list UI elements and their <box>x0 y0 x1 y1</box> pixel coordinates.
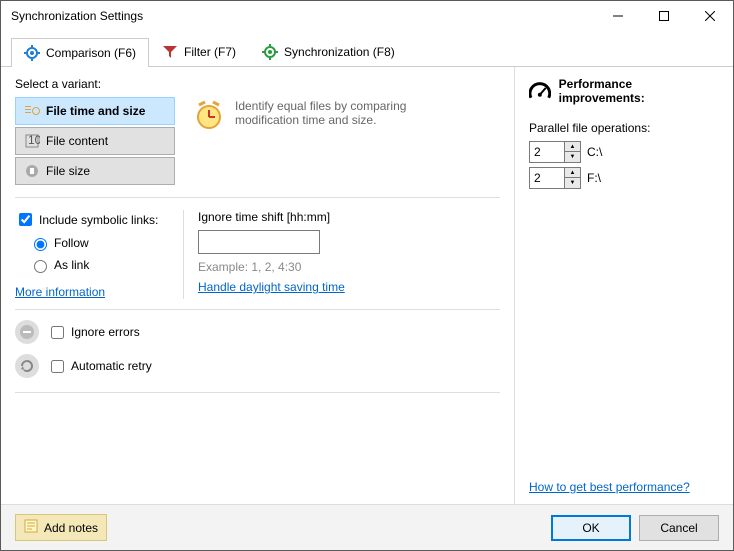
tab-label: Filter (F7) <box>184 45 236 59</box>
variant-time-size[interactable]: File time and size <box>15 97 175 125</box>
drive-row-0: ▲▼ C:\ <box>529 141 719 163</box>
note-icon <box>24 519 38 536</box>
ignore-errors-checkbox[interactable]: Ignore errors <box>47 323 140 342</box>
drive-row-1: ▲▼ F:\ <box>529 167 719 189</box>
cancel-button[interactable]: Cancel <box>639 515 719 541</box>
auto-retry-input[interactable] <box>51 360 64 373</box>
variant-label: File size <box>46 164 90 178</box>
right-panel: Performance improvements: Parallel file … <box>515 67 733 504</box>
ok-button[interactable]: OK <box>551 515 631 541</box>
include-symlinks-checkbox[interactable]: Include symbolic links: <box>15 210 165 229</box>
ignore-errors-input[interactable] <box>51 326 64 339</box>
clock-list-icon <box>24 103 40 119</box>
binary-icon: 10 <box>24 133 40 149</box>
add-notes-label: Add notes <box>44 521 98 535</box>
dst-link[interactable]: Handle daylight saving time <box>198 280 345 294</box>
tabs: Comparison (F6) Filter (F7) Synchronizat… <box>1 31 733 67</box>
spinner-1[interactable]: ▲▼ <box>529 167 581 189</box>
include-symlinks-input[interactable] <box>19 213 32 226</box>
aslink-label: As link <box>54 258 89 272</box>
example-text: Example: 1, 2, 4:30 <box>198 260 345 274</box>
tab-label: Comparison (F6) <box>46 46 136 60</box>
auto-retry-checkbox[interactable]: Automatic retry <box>47 357 152 376</box>
size-icon <box>24 163 40 179</box>
variant-description: Identify equal files by comparing modifi… <box>235 99 435 127</box>
svg-text:10: 10 <box>28 133 40 147</box>
variant-size[interactable]: File size <box>15 157 175 185</box>
ignore-shift-input[interactable] <box>198 230 320 254</box>
window-title: Synchronization Settings <box>11 9 595 23</box>
aslink-radio[interactable]: As link <box>29 257 165 273</box>
auto-retry-label: Automatic retry <box>71 359 152 373</box>
footer: Add notes OK Cancel <box>1 504 733 550</box>
gear-green-icon <box>262 44 278 60</box>
error-icon <box>15 320 39 344</box>
spinner-0[interactable]: ▲▼ <box>529 141 581 163</box>
spinner-up-icon[interactable]: ▲ <box>565 168 580 178</box>
tab-sync[interactable]: Synchronization (F8) <box>249 37 408 66</box>
ignore-shift-label: Ignore time shift [hh:mm] <box>198 210 345 224</box>
minimize-button[interactable] <box>595 1 641 31</box>
ignore-errors-label: Ignore errors <box>71 325 140 339</box>
drive-0-path: C:\ <box>587 145 602 159</box>
follow-input[interactable] <box>34 238 47 251</box>
tab-label: Synchronization (F8) <box>284 45 395 59</box>
maximize-button[interactable] <box>641 1 687 31</box>
aslink-input[interactable] <box>34 260 47 273</box>
spinner-up-icon[interactable]: ▲ <box>565 142 580 152</box>
alarm-clock-icon <box>193 99 225 131</box>
follow-radio[interactable]: Follow <box>29 235 165 251</box>
settings-window: Synchronization Settings Comparison (F6)… <box>0 0 734 551</box>
include-symlinks-label: Include symbolic links: <box>39 213 158 227</box>
close-button[interactable] <box>687 1 733 31</box>
best-perf-link[interactable]: How to get best performance? <box>529 480 690 494</box>
variant-content[interactable]: 10 File content <box>15 127 175 155</box>
left-panel: Select a variant: File time and size 10 … <box>1 67 515 504</box>
tab-filter[interactable]: Filter (F7) <box>149 37 249 66</box>
funnel-icon <box>162 44 178 60</box>
select-variant-label: Select a variant: <box>15 77 175 91</box>
spinner-down-icon[interactable]: ▼ <box>565 152 580 162</box>
spinner-1-input[interactable] <box>530 168 564 188</box>
more-info-link[interactable]: More information <box>15 285 165 299</box>
spinner-0-input[interactable] <box>530 142 564 162</box>
speedometer-icon <box>529 80 551 102</box>
titlebar: Synchronization Settings <box>1 1 733 31</box>
parallel-label: Parallel file operations: <box>529 121 719 135</box>
retry-icon <box>15 354 39 378</box>
follow-label: Follow <box>54 236 89 250</box>
variant-label: File time and size <box>46 104 145 118</box>
drive-1-path: F:\ <box>587 171 601 185</box>
tab-comparison[interactable]: Comparison (F6) <box>11 38 149 67</box>
spinner-down-icon[interactable]: ▼ <box>565 178 580 188</box>
gear-blue-icon <box>24 45 40 61</box>
variant-label: File content <box>46 134 108 148</box>
add-notes-button[interactable]: Add notes <box>15 514 107 541</box>
perf-title: Performance improvements: <box>559 77 719 105</box>
